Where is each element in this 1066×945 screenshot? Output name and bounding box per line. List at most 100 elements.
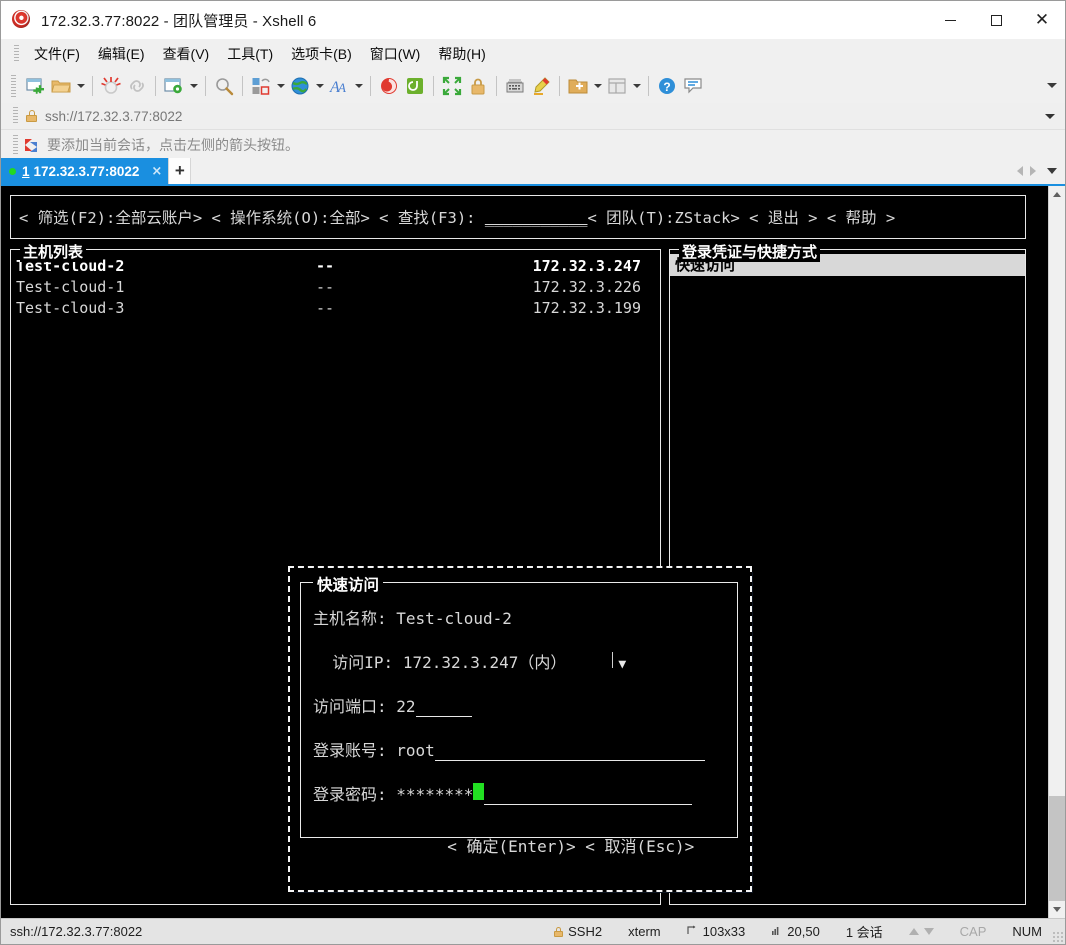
globe-dropdown-caret[interactable] — [313, 73, 326, 99]
toolbar-overflow-button[interactable] — [1047, 68, 1057, 103]
toolbar-separator — [496, 75, 497, 96]
xshell-logo-icon — [9, 7, 33, 31]
field-access-port-value: 22 — [396, 697, 416, 716]
layout-icon[interactable] — [604, 73, 630, 99]
host-desc: -- — [316, 278, 335, 296]
status-bar: ssh://172.32.3.77:8022 SSH2 xterm 103x33… — [1, 918, 1065, 944]
help-icon[interactable]: ? — [654, 73, 680, 99]
menu-find-label[interactable]: < 查找(F3): — [379, 209, 475, 227]
upload-arrow-icon — [908, 928, 919, 935]
lock-icon[interactable] — [465, 73, 491, 99]
font-icon[interactable]: A A — [326, 73, 352, 99]
field-password-blank[interactable] — [484, 785, 693, 805]
reconnect-icon[interactable] — [124, 73, 150, 99]
menu-window[interactable]: 窗口(W) — [361, 41, 430, 67]
open-folder-icon[interactable] — [48, 73, 74, 99]
globe-icon[interactable] — [287, 73, 313, 99]
scroll-up-button[interactable] — [1049, 186, 1065, 203]
fullscreen-icon[interactable] — [439, 73, 465, 99]
field-password-label: 登录密码: — [313, 785, 387, 804]
properties-dropdown-caret[interactable] — [187, 73, 200, 99]
prev-tab-arrow-icon[interactable] — [1017, 166, 1023, 176]
menu-find-input[interactable]: ___________ — [485, 209, 588, 227]
scroll-thumb[interactable] — [1049, 796, 1065, 901]
host-name: Test-cloud-1 — [16, 278, 125, 296]
chat-icon[interactable] — [680, 73, 706, 99]
transfer-dropdown-caret[interactable] — [274, 73, 287, 99]
text-cursor — [473, 783, 485, 800]
resize-grip[interactable] — [1052, 931, 1063, 942]
field-hostname-value: Test-cloud-2 — [396, 609, 512, 628]
dialog-title: 快速访问 — [313, 573, 384, 595]
menu-view[interactable]: 查看(V) — [154, 41, 219, 67]
dialog-ok-button[interactable]: < 确定(Enter)> — [447, 837, 575, 856]
maximize-button[interactable] — [973, 1, 1019, 39]
layout-dropdown-caret[interactable] — [630, 73, 643, 99]
add-folder-dropdown-caret[interactable] — [591, 73, 604, 99]
keyboard-icon[interactable] — [502, 73, 528, 99]
new-tab-button[interactable]: + — [168, 158, 192, 184]
field-password[interactable]: 登录密码: ******** — [301, 781, 737, 805]
menu-filter[interactable]: < 筛选(F2):全部云账户> — [19, 209, 202, 227]
menu-help[interactable]: < 帮助 > — [827, 209, 895, 227]
hint-bar: 要添加当前会话，点击左侧的箭头按钮。 — [1, 130, 1065, 160]
menu-os[interactable]: < 操作系统(O):全部> — [212, 209, 370, 227]
terminal-top-menu: < 筛选(F2):全部云账户> < 操作系统(O):全部> < 查找(F3): … — [10, 195, 1026, 239]
new-session-icon[interactable] — [22, 73, 48, 99]
transfer-icon[interactable] — [248, 73, 274, 99]
session-properties-icon[interactable] — [161, 73, 187, 99]
tab-session-1[interactable]: 1 172.32.3.77:8022 × — [1, 158, 169, 184]
field-access-port[interactable]: 访问端口: 22 — [301, 693, 737, 717]
status-cursor-label: 20,50 — [787, 924, 820, 939]
toolbar-separator — [242, 75, 243, 96]
menu-tab[interactable]: 选项卡(B) — [282, 41, 361, 67]
field-access-port-blank[interactable] — [415, 697, 472, 717]
table-row[interactable]: Test-cloud-2 -- 172.32.3.247 — [11, 256, 660, 277]
add-folder-icon[interactable] — [565, 73, 591, 99]
address-bar[interactable]: ssh://172.32.3.77:8022 — [1, 103, 1065, 130]
scroll-track[interactable] — [1049, 203, 1065, 901]
menu-edit[interactable]: 编辑(E) — [89, 41, 154, 67]
highlight-icon[interactable] — [528, 73, 554, 99]
menu-help[interactable]: 帮助(H) — [429, 41, 494, 67]
tab-status-dot-icon — [9, 167, 16, 175]
field-username[interactable]: 登录账号: root — [301, 737, 737, 761]
menu-tools[interactable]: 工具(T) — [218, 41, 282, 67]
host-ip: 172.32.3.247 — [532, 257, 641, 275]
download-arrow-icon — [923, 928, 934, 935]
close-button[interactable]: ✕ — [1019, 1, 1065, 39]
title-bar: 172.32.3.77:8022 - 团队管理员 - Xshell 6 ✕ — [1, 1, 1065, 39]
field-hostname: 主机名称: Test-cloud-2 — [301, 605, 737, 629]
scroll-down-button[interactable] — [1049, 901, 1065, 918]
menu-file[interactable]: 文件(F) — [25, 41, 89, 67]
resize-icon — [687, 924, 698, 939]
host-ip: 172.32.3.199 — [532, 299, 641, 317]
menu-team[interactable]: < 团队(T):ZStack> — [588, 209, 740, 227]
find-icon[interactable] — [211, 73, 237, 99]
chevron-down-icon[interactable]: ▼ — [618, 657, 626, 672]
lock-icon — [554, 926, 564, 937]
menu-exit[interactable]: < 退出 > — [749, 209, 817, 227]
address-value: ssh://172.32.3.77:8022 — [45, 108, 183, 124]
xshell-icon[interactable] — [376, 73, 402, 99]
field-username-blank[interactable] — [434, 741, 705, 761]
tab-close-icon[interactable]: × — [151, 164, 162, 179]
minimize-button[interactable] — [927, 1, 973, 39]
terminal-scrollbar[interactable] — [1048, 186, 1065, 918]
disconnect-icon[interactable] — [98, 73, 124, 99]
field-hostname-label: 主机名称: — [313, 609, 387, 628]
table-row[interactable]: Test-cloud-3 -- 172.32.3.199 — [11, 298, 660, 319]
field-access-ip[interactable]: 访问IP: 172.32.3.247（内） ▼ — [301, 649, 737, 673]
table-row[interactable]: Test-cloud-1 -- 172.32.3.226 — [11, 277, 660, 298]
credential-panel-title: 登录凭证与快捷方式 — [679, 241, 821, 262]
tab-list-caret-icon[interactable] — [1047, 168, 1057, 174]
terminal-screen[interactable]: < 筛选(F2):全部云账户> < 操作系统(O):全部> < 查找(F3): … — [1, 186, 1048, 918]
dialog-cancel-button[interactable]: < 取消(Esc)> — [585, 837, 694, 856]
toolbar-separator — [205, 75, 206, 96]
xftp-icon[interactable] — [402, 73, 428, 99]
tab-strip: 1 172.32.3.77:8022 × + — [1, 158, 1065, 186]
folder-dropdown-caret[interactable] — [74, 73, 87, 99]
chevron-down-icon[interactable] — [1045, 103, 1055, 130]
next-tab-arrow-icon[interactable] — [1030, 166, 1036, 176]
font-dropdown-caret[interactable] — [352, 73, 365, 99]
